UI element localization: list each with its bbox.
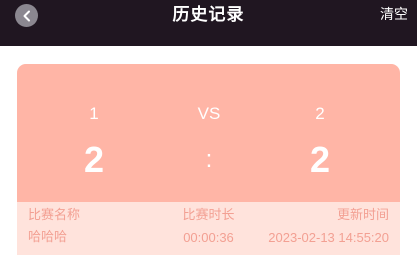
team-a-score: 2: [83, 139, 105, 180]
info-values-row: 哈哈哈 00:00:36 2023-02-13 14:55:20: [17, 228, 400, 248]
history-record-card[interactable]: 1 VS 2 2 : 2 比赛名称 比赛时长 更新时间 哈哈哈 00:00:36…: [17, 64, 400, 255]
vs-label: VS: [197, 104, 221, 123]
clear-button[interactable]: 清空: [380, 5, 408, 25]
nav-bar: 历史记录 清空: [0, 0, 417, 46]
team-b-score: 2: [309, 139, 331, 180]
score-separator: :: [205, 146, 213, 173]
team-b-label: 2: [315, 104, 325, 123]
team-a-label: 1: [89, 104, 99, 123]
updated-time-value: 2023-02-13 14:55:20: [268, 230, 389, 245]
score-panel: 1 VS 2 2 : 2: [17, 64, 400, 202]
updated-time-header: 更新时间: [336, 208, 389, 223]
info-header-row: 比赛名称 比赛时长 更新时间: [17, 206, 400, 226]
page-title: 历史记录: [172, 5, 245, 25]
